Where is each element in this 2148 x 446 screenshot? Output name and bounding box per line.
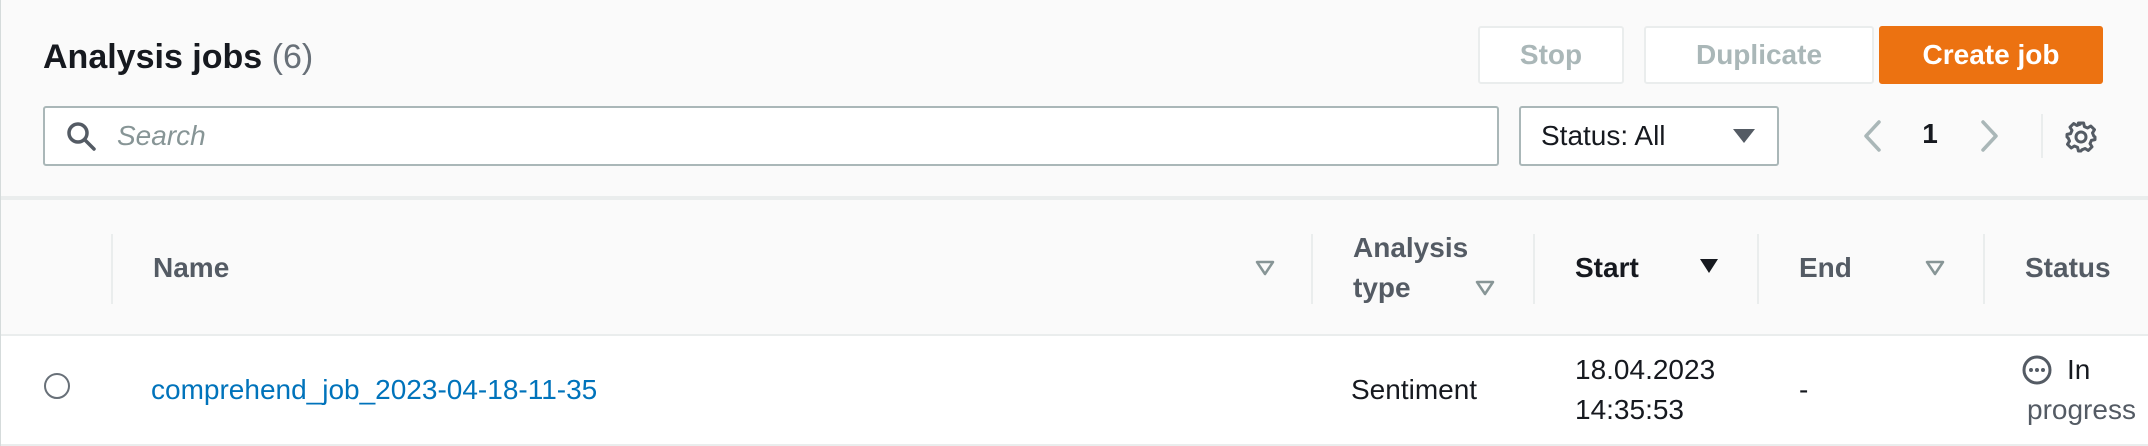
column-header-status[interactable]: Status [2025, 248, 2111, 288]
stop-button[interactable]: Stop [1478, 26, 1624, 84]
job-count: (6) [271, 38, 314, 76]
column-header-analysis-type-line2: type [1353, 272, 1411, 303]
column-header-name[interactable]: Name [153, 248, 229, 288]
table-header: Name Analysis type Start End Status [1, 200, 2148, 336]
chevron-right-icon[interactable] [1971, 116, 2007, 156]
sort-caret-icon[interactable] [1925, 260, 1945, 276]
column-divider [1533, 234, 1535, 304]
status-text-line1: In [2067, 354, 2091, 385]
column-header-analysis-type[interactable]: Analysis type [1353, 228, 1468, 308]
cell-status: In progress [2023, 350, 2136, 430]
create-job-button[interactable]: Create job [1879, 26, 2103, 84]
cell-start-time: 14:35:53 [1575, 394, 1684, 425]
status-text-line2: progress [2027, 394, 2136, 425]
status-filter-label: Status: All [1541, 120, 1666, 151]
title-text: Analysis jobs [43, 38, 263, 76]
chevron-left-icon[interactable] [1855, 116, 1891, 156]
cell-name: comprehend_job_2023-04-18-11-35 [151, 370, 597, 410]
column-divider [111, 234, 113, 304]
gear-icon[interactable] [2063, 119, 2099, 155]
column-header-end[interactable]: End [1799, 248, 1852, 288]
page-title: Analysis jobs (6) [43, 38, 313, 77]
analysis-jobs-panel: Analysis jobs (6) Stop Duplicate Create … [0, 0, 2148, 446]
search-icon [67, 122, 96, 151]
column-header-analysis-type-line1: Analysis [1353, 232, 1469, 263]
column-divider [1311, 234, 1313, 304]
cell-end: - [1799, 374, 1809, 405]
sort-caret-icon[interactable] [1699, 258, 1719, 274]
current-page-number[interactable]: 1 [1913, 118, 1947, 150]
sort-caret-icon[interactable] [1255, 260, 1275, 276]
pager-divider [2041, 114, 2043, 158]
cell-start: 18.04.2023 14:35:53 [1575, 350, 1715, 430]
status-filter-select[interactable]: Status: All [1519, 106, 1779, 166]
cell-start-date: 18.04.2023 [1575, 354, 1716, 385]
search-input[interactable] [117, 120, 1417, 152]
table-row: comprehend_job_2023-04-18-11-35 Sentimen… [1, 336, 2148, 446]
row-select-radio[interactable] [44, 373, 70, 399]
column-header-start[interactable]: Start [1575, 248, 1639, 288]
cell-analysis-type: Sentiment [1351, 374, 1478, 405]
search-box[interactable] [43, 106, 1499, 166]
column-divider [1757, 234, 1759, 304]
duplicate-button[interactable]: Duplicate [1644, 26, 1874, 84]
column-divider [1983, 234, 1985, 304]
sort-caret-icon[interactable] [1475, 280, 1495, 296]
caret-down-icon [1733, 129, 1755, 143]
job-name-link[interactable]: comprehend_job_2023-04-18-11-35 [151, 374, 597, 405]
